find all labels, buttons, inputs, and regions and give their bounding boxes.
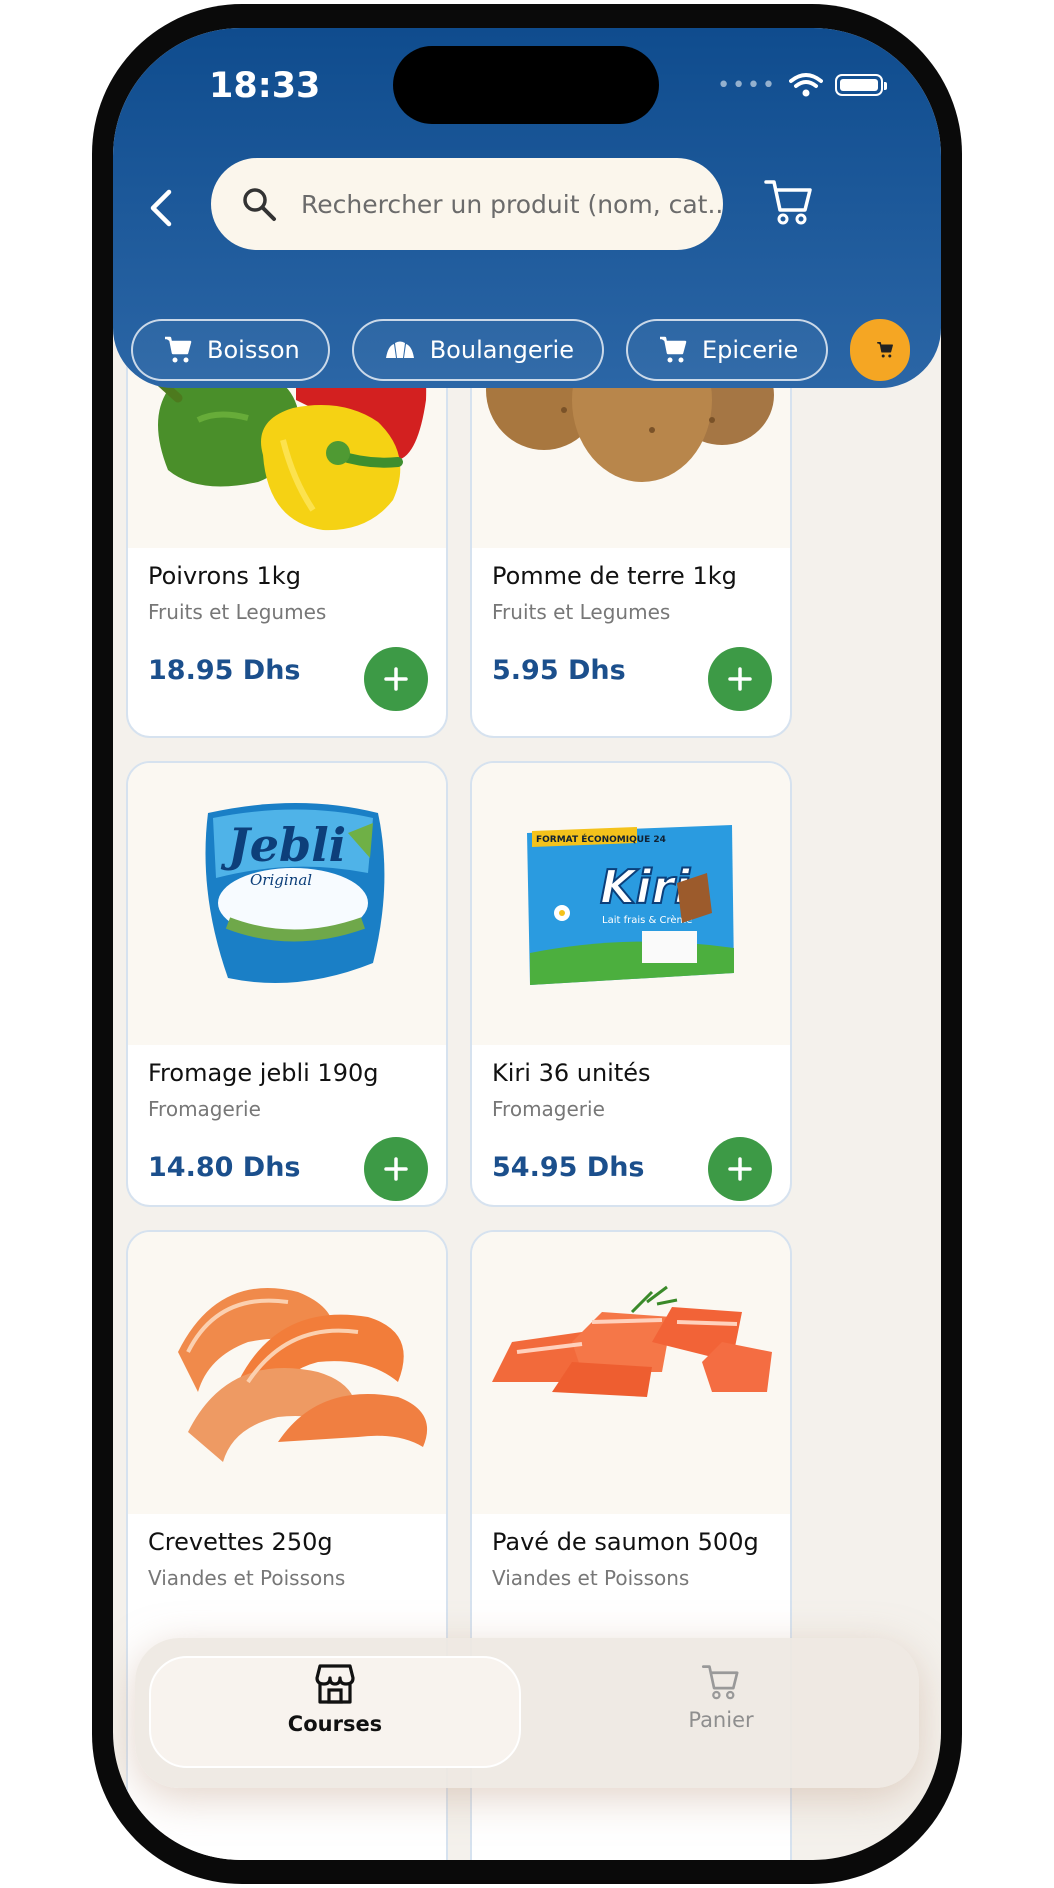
product-price: 18.95 Dhs — [148, 655, 301, 686]
search-icon — [239, 184, 279, 224]
add-to-cart-button[interactable] — [364, 647, 428, 711]
add-to-cart-button[interactable] — [708, 1137, 772, 1201]
product-image: FORMAT ÉCONOMIQUE 24 Kiri Lait frais & C… — [472, 763, 790, 1045]
product-category: Viandes et Poissons — [148, 1566, 346, 1590]
cart-icon — [165, 336, 192, 363]
status-time: 18:33 — [209, 66, 321, 106]
nav-item-panier[interactable]: Panier — [571, 1662, 871, 1762]
category-chip-label: Boisson — [207, 336, 300, 364]
bottom-nav: Courses Panier — [135, 1638, 919, 1788]
nav-label-courses: Courses — [287, 1712, 383, 1736]
product-image: Jebli Original — [128, 763, 446, 1045]
cellular-signal-icon: •••• — [717, 72, 777, 98]
jebli-brand-text: Jebli — [220, 818, 346, 872]
back-button[interactable] — [139, 180, 183, 236]
plus-icon — [728, 1157, 752, 1181]
product-price: 54.95 Dhs — [492, 1152, 645, 1183]
product-name: Crevettes 250g — [148, 1528, 333, 1556]
product-price: 14.80 Dhs — [148, 1152, 301, 1183]
nav-label-panier: Panier — [688, 1708, 754, 1732]
wifi-icon — [789, 73, 823, 97]
bread-icon — [385, 341, 414, 358]
product-image — [472, 1232, 790, 1514]
store-icon — [315, 1664, 355, 1704]
product-name: Pavé de saumon 500g — [492, 1528, 759, 1556]
product-category: Fromagerie — [148, 1097, 261, 1121]
product-name: Poivrons 1kg — [148, 562, 301, 590]
add-to-cart-button[interactable] — [708, 647, 772, 711]
kiri-sub-text: Lait frais & Crème — [602, 914, 692, 926]
category-chip-more[interactable] — [850, 319, 911, 381]
cart-icon — [659, 336, 687, 363]
chevron-left-icon — [150, 189, 172, 227]
category-chip-label: Boulangerie — [429, 336, 574, 364]
cart-icon — [701, 1665, 739, 1700]
product-image — [128, 1232, 446, 1514]
product-category: Fruits et Legumes — [148, 600, 327, 624]
product-card[interactable]: Jebli Original Fromage jebli 190g Fromag… — [126, 761, 448, 1207]
dynamic-island — [393, 46, 659, 124]
product-category: Fromagerie — [492, 1097, 605, 1121]
product-price: 5.95 Dhs — [492, 655, 626, 686]
product-category: Viandes et Poissons — [492, 1566, 690, 1590]
search-bar[interactable] — [211, 158, 723, 250]
category-chip-epicerie[interactable]: Epicerie — [625, 319, 829, 381]
category-chips: Boisson Boulangerie Epicerie — [131, 319, 911, 383]
category-chip-label: Epicerie — [701, 336, 799, 364]
cart-icon — [764, 180, 812, 225]
product-name: Fromage jebli 190g — [148, 1059, 379, 1087]
product-category: Fruits et Legumes — [492, 600, 671, 624]
battery-icon — [835, 74, 887, 96]
add-to-cart-button[interactable] — [364, 1137, 428, 1201]
jebli-sub-text: Original — [250, 871, 312, 889]
product-name: Kiri 36 unités — [492, 1059, 651, 1087]
nav-item-courses[interactable]: Courses — [185, 1662, 485, 1762]
category-chip-boisson[interactable]: Boisson — [131, 319, 330, 381]
app-screen: 18:33 •••• Rechercher un produit (nom, c… — [113, 28, 941, 1860]
plus-icon — [384, 667, 408, 691]
status-icons: •••• — [717, 72, 887, 98]
cart-button[interactable] — [763, 176, 815, 232]
plus-icon — [728, 667, 752, 691]
kiri-badge-text: FORMAT ÉCONOMIQUE 24 — [536, 833, 666, 845]
search-input[interactable] — [299, 188, 723, 220]
kiri-brand-text: Kiri — [600, 860, 691, 914]
product-card[interactable]: FORMAT ÉCONOMIQUE 24 Kiri Lait frais & C… — [470, 761, 792, 1207]
cart-icon — [877, 342, 894, 358]
product-name: Pomme de terre 1kg — [492, 562, 737, 590]
category-chip-boulangerie[interactable]: Boulangerie — [351, 319, 604, 381]
plus-icon — [384, 1157, 408, 1181]
